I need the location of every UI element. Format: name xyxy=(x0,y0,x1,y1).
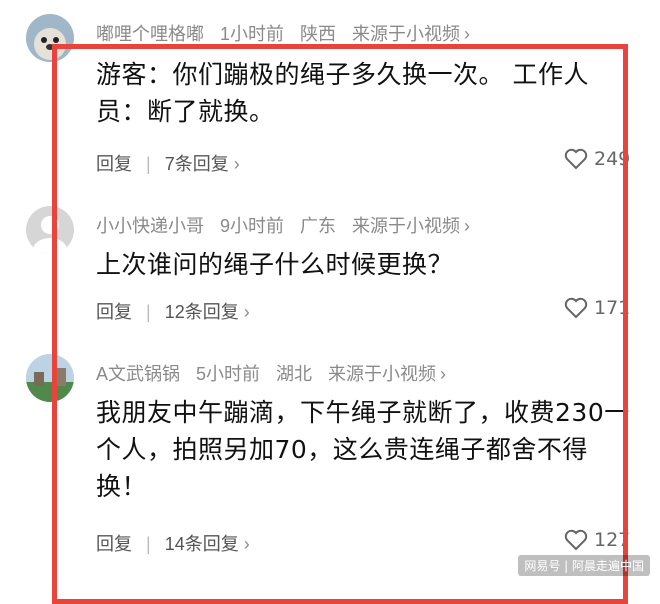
heart-icon xyxy=(564,148,588,170)
view-replies-link[interactable]: 7条回复 xyxy=(165,154,229,174)
like-button[interactable]: 127 xyxy=(564,529,630,551)
comment-text: 我朋友中午蹦滴，下午绳子就断了，收费230一个人，拍照另加70，这么贵连绳子都舍… xyxy=(96,398,630,501)
comment-meta: A文武锅锅 5小时前 湖北 来源于小视频 › xyxy=(96,360,462,386)
divider: | xyxy=(146,154,151,174)
reply-button[interactable]: 回复 xyxy=(96,154,132,174)
chevron-right-icon[interactable]: › xyxy=(244,534,250,555)
avatar[interactable] xyxy=(26,14,74,62)
comment-actions: 回复 | 7条回复 › xyxy=(96,150,240,176)
like-button[interactable]: 249 xyxy=(564,148,630,170)
view-replies-link[interactable]: 12条回复 xyxy=(165,302,239,322)
chevron-right-icon[interactable]: › xyxy=(244,302,250,323)
chevron-right-icon[interactable]: › xyxy=(464,216,470,237)
divider: | xyxy=(146,534,151,554)
comment-location: 广东 xyxy=(300,216,337,236)
heart-icon xyxy=(564,297,588,319)
username[interactable]: 嘟哩个哩格嘟 xyxy=(96,24,204,44)
comment-location: 湖北 xyxy=(276,364,313,384)
comment-actions: 回复 | 14条回复 › xyxy=(96,530,250,556)
comment-time: 9小时前 xyxy=(220,216,285,236)
avatar[interactable] xyxy=(26,354,74,402)
comment-text: 游客：你们蹦极的绳子多久换一次。 工作人员：断了就换。 xyxy=(96,60,589,126)
comment-location: 陕西 xyxy=(300,24,337,44)
view-replies-link[interactable]: 14条回复 xyxy=(165,534,239,554)
comment-text: 上次谁问的绳子什么时候更换？ xyxy=(96,250,454,279)
divider: | xyxy=(146,302,151,322)
comment-meta: 嘟哩个哩格嘟 1小时前 陕西 来源于小视频 › xyxy=(96,20,486,46)
like-count: 249 xyxy=(594,148,631,170)
comment-source[interactable]: 来源于小视频 xyxy=(352,24,460,44)
comment-meta: 小小快递小哥 9小时前 广东 来源于小视频 › xyxy=(96,212,486,238)
reply-button[interactable]: 回复 xyxy=(96,534,132,554)
chevron-right-icon[interactable]: › xyxy=(464,24,470,45)
comment-source[interactable]: 来源于小视频 xyxy=(328,364,436,384)
comment-time: 1小时前 xyxy=(220,24,285,44)
like-count: 171 xyxy=(594,297,631,319)
heart-icon xyxy=(564,529,588,551)
username[interactable]: A文武锅锅 xyxy=(96,364,180,384)
comment-source[interactable]: 来源于小视频 xyxy=(352,216,460,236)
username[interactable]: 小小快递小哥 xyxy=(96,216,204,236)
watermark: 网易号 | 阿晨走遍中国 xyxy=(518,555,650,576)
reply-button[interactable]: 回复 xyxy=(96,302,132,322)
chevron-right-icon[interactable]: › xyxy=(440,364,446,385)
like-button[interactable]: 171 xyxy=(564,297,630,319)
chevron-right-icon[interactable]: › xyxy=(234,154,240,175)
avatar[interactable] xyxy=(26,206,74,254)
comment-actions: 回复 | 12条回复 › xyxy=(96,298,250,324)
comment-time: 5小时前 xyxy=(196,364,261,384)
like-count: 127 xyxy=(594,529,631,551)
